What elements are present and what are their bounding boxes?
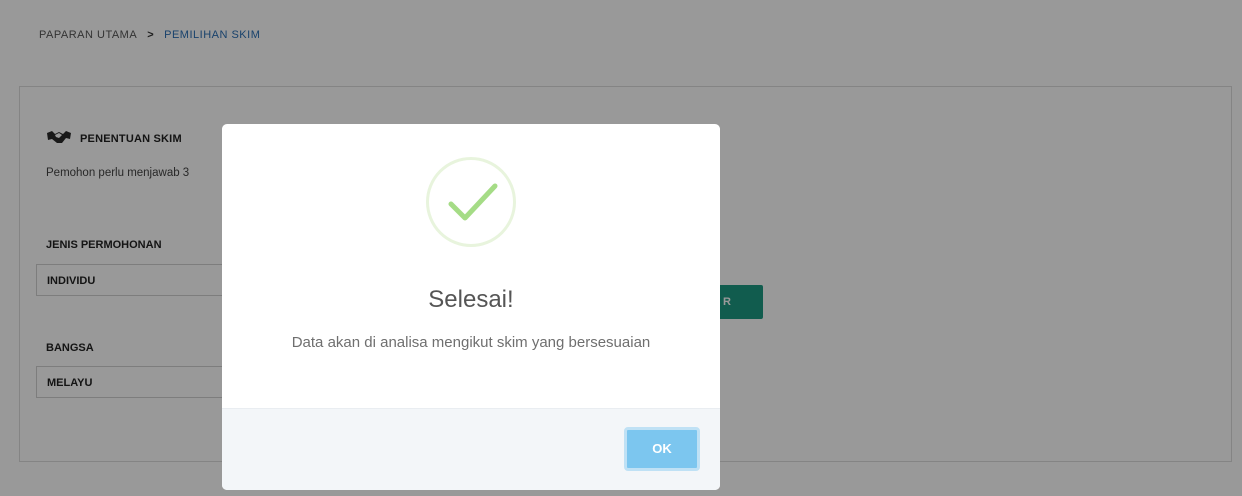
ok-button[interactable]: OK	[624, 427, 700, 471]
dialog-footer: OK	[222, 408, 720, 490]
dialog-title: Selesai!	[428, 286, 514, 313]
success-dialog: Selesai! Data akan di analisa mengikut s…	[222, 124, 720, 490]
dialog-message: Data akan di analisa mengikut skim yang …	[291, 334, 651, 351]
success-icon-ring	[426, 157, 516, 247]
